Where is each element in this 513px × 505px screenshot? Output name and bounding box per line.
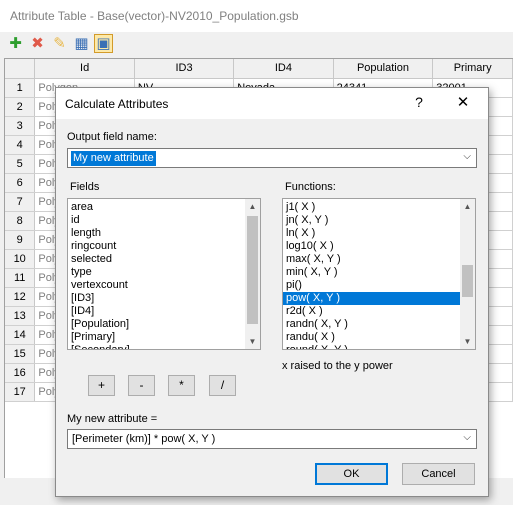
row-number[interactable]: 2 — [5, 97, 36, 117]
list-item[interactable]: max( X, Y ) — [283, 253, 475, 266]
expression-label: My new attribute = — [67, 413, 158, 425]
calculate-attributes-dialog: Calculate Attributes ? ✕ Output field na… — [55, 87, 489, 497]
multiply-button[interactable]: * — [168, 375, 195, 396]
list-item[interactable]: [Primary] — [68, 331, 260, 344]
list-item[interactable]: [ID3] — [68, 292, 260, 305]
expression-value[interactable]: [Perimeter (km)] * pow( X, Y ) — [72, 433, 215, 445]
output-field-value[interactable]: My new attribute — [71, 151, 156, 166]
functions-list[interactable]: j1( X ) jn( X, Y ) ln( X ) log10( X ) max( X… — [282, 198, 476, 350]
functions-scrollbar[interactable]: ▲ ▼ — [460, 199, 475, 349]
calculator-icon: ▦ — [74, 35, 89, 52]
row-number[interactable]: 13 — [5, 306, 36, 326]
list-item[interactable]: round( X, Y ) — [283, 344, 475, 349]
cancel-button[interactable]: Cancel — [402, 463, 475, 485]
row-number[interactable]: 8 — [5, 211, 36, 231]
list-item[interactable]: j1( X ) — [283, 201, 475, 214]
row-number[interactable]: 10 — [5, 249, 36, 269]
ok-button[interactable]: OK — [315, 463, 388, 485]
row-number[interactable]: 1 — [5, 78, 36, 98]
row-number[interactable]: 15 — [5, 344, 36, 364]
function-description: x raised to the y power — [282, 360, 393, 372]
row-number[interactable]: 4 — [5, 135, 36, 155]
list-item[interactable]: ln( X ) — [283, 227, 475, 240]
minus-button[interactable]: - — [128, 375, 155, 396]
calculate-attributes-button[interactable]: ▣ — [94, 34, 113, 53]
expression-combo[interactable]: [Perimeter (km)] * pow( X, Y ) ⌵ — [67, 429, 477, 449]
list-item[interactable]: [Population] — [68, 318, 260, 331]
scroll-down-icon[interactable]: ▼ — [245, 334, 260, 349]
list-item[interactable]: selected — [68, 253, 260, 266]
list-item[interactable]: randu( X ) — [283, 331, 475, 344]
list-item[interactable]: log10( X ) — [283, 240, 475, 253]
list-item[interactable]: vertexcount — [68, 279, 260, 292]
scroll-down-icon[interactable]: ▼ — [460, 334, 475, 349]
list-item[interactable]: pi() — [283, 279, 475, 292]
list-item[interactable]: pow( X, Y ) — [283, 292, 475, 305]
list-item[interactable]: min( X, Y ) — [283, 266, 475, 279]
output-field-label: Output field name: — [67, 131, 157, 143]
help-button[interactable]: ? — [409, 94, 429, 114]
corner-header[interactable] — [5, 59, 36, 79]
column-header-id4[interactable]: ID4 — [233, 59, 334, 79]
row-number[interactable]: 6 — [5, 173, 36, 193]
row-number[interactable]: 12 — [5, 287, 36, 307]
scroll-thumb[interactable] — [462, 265, 473, 297]
chevron-down-icon[interactable]: ⌵ — [463, 432, 471, 443]
list-item[interactable]: jn( X, Y ) — [283, 214, 475, 227]
toolbar: ✚ ✖ ✎ ▦ ▣ — [0, 32, 513, 56]
list-item[interactable]: [ID4] — [68, 305, 260, 318]
chevron-down-icon[interactable]: ⌵ — [463, 151, 471, 162]
list-item[interactable]: [Secondary] — [68, 344, 260, 349]
edit-button[interactable]: ✎ — [50, 34, 69, 53]
row-number[interactable]: 11 — [5, 268, 36, 288]
list-item[interactable]: randn( X, Y ) — [283, 318, 475, 331]
list-item[interactable]: type — [68, 266, 260, 279]
list-item[interactable]: length — [68, 227, 260, 240]
fields-list[interactable]: area id length ringcount selected type vertexc… — [67, 198, 261, 350]
column-header-id[interactable]: Id — [34, 59, 135, 79]
fields-label: Fields — [70, 181, 100, 193]
calculate-attributes-icon: ▣ — [96, 35, 111, 52]
calculator-button[interactable]: ▦ — [72, 34, 91, 53]
row-number[interactable]: 16 — [5, 363, 36, 383]
output-field-combo[interactable]: My new attribute ⌵ — [67, 148, 477, 168]
row-number[interactable]: 17 — [5, 382, 36, 402]
column-header-id3[interactable]: ID3 — [134, 59, 235, 79]
row-number[interactable]: 9 — [5, 230, 36, 250]
row-number[interactable]: 3 — [5, 116, 36, 136]
row-number[interactable]: 5 — [5, 154, 36, 174]
scroll-up-icon[interactable]: ▲ — [460, 199, 475, 214]
row-number[interactable]: 7 — [5, 192, 36, 212]
list-item[interactable]: r2d( X ) — [283, 305, 475, 318]
add-icon: ✚ — [9, 35, 22, 52]
window-title: Attribute Table - Base(vector)-NV2010_Po… — [0, 0, 513, 32]
add-button[interactable]: ✚ — [6, 34, 25, 53]
edit-pencil-icon: ✎ — [53, 35, 66, 52]
plus-button[interactable]: + — [88, 375, 115, 396]
delete-button[interactable]: ✖ — [28, 34, 47, 53]
column-header-population[interactable]: Population — [333, 59, 434, 79]
list-item[interactable]: id — [68, 214, 260, 227]
close-icon[interactable]: ✕ — [452, 93, 474, 115]
list-item[interactable]: ringcount — [68, 240, 260, 253]
column-header-primary[interactable]: Primary — [432, 59, 513, 79]
scroll-up-icon[interactable]: ▲ — [245, 199, 260, 214]
fields-scrollbar[interactable]: ▲ ▼ — [245, 199, 260, 349]
list-item[interactable]: area — [68, 201, 260, 214]
functions-label: Functions: — [285, 181, 336, 193]
delete-icon: ✖ — [31, 35, 44, 52]
dialog-title: Calculate Attributes — [65, 97, 169, 111]
scroll-thumb[interactable] — [247, 216, 258, 324]
row-number[interactable]: 14 — [5, 325, 36, 345]
divide-button[interactable]: / — [209, 375, 236, 396]
dialog-title-bar: Calculate Attributes ? ✕ — [56, 88, 488, 119]
